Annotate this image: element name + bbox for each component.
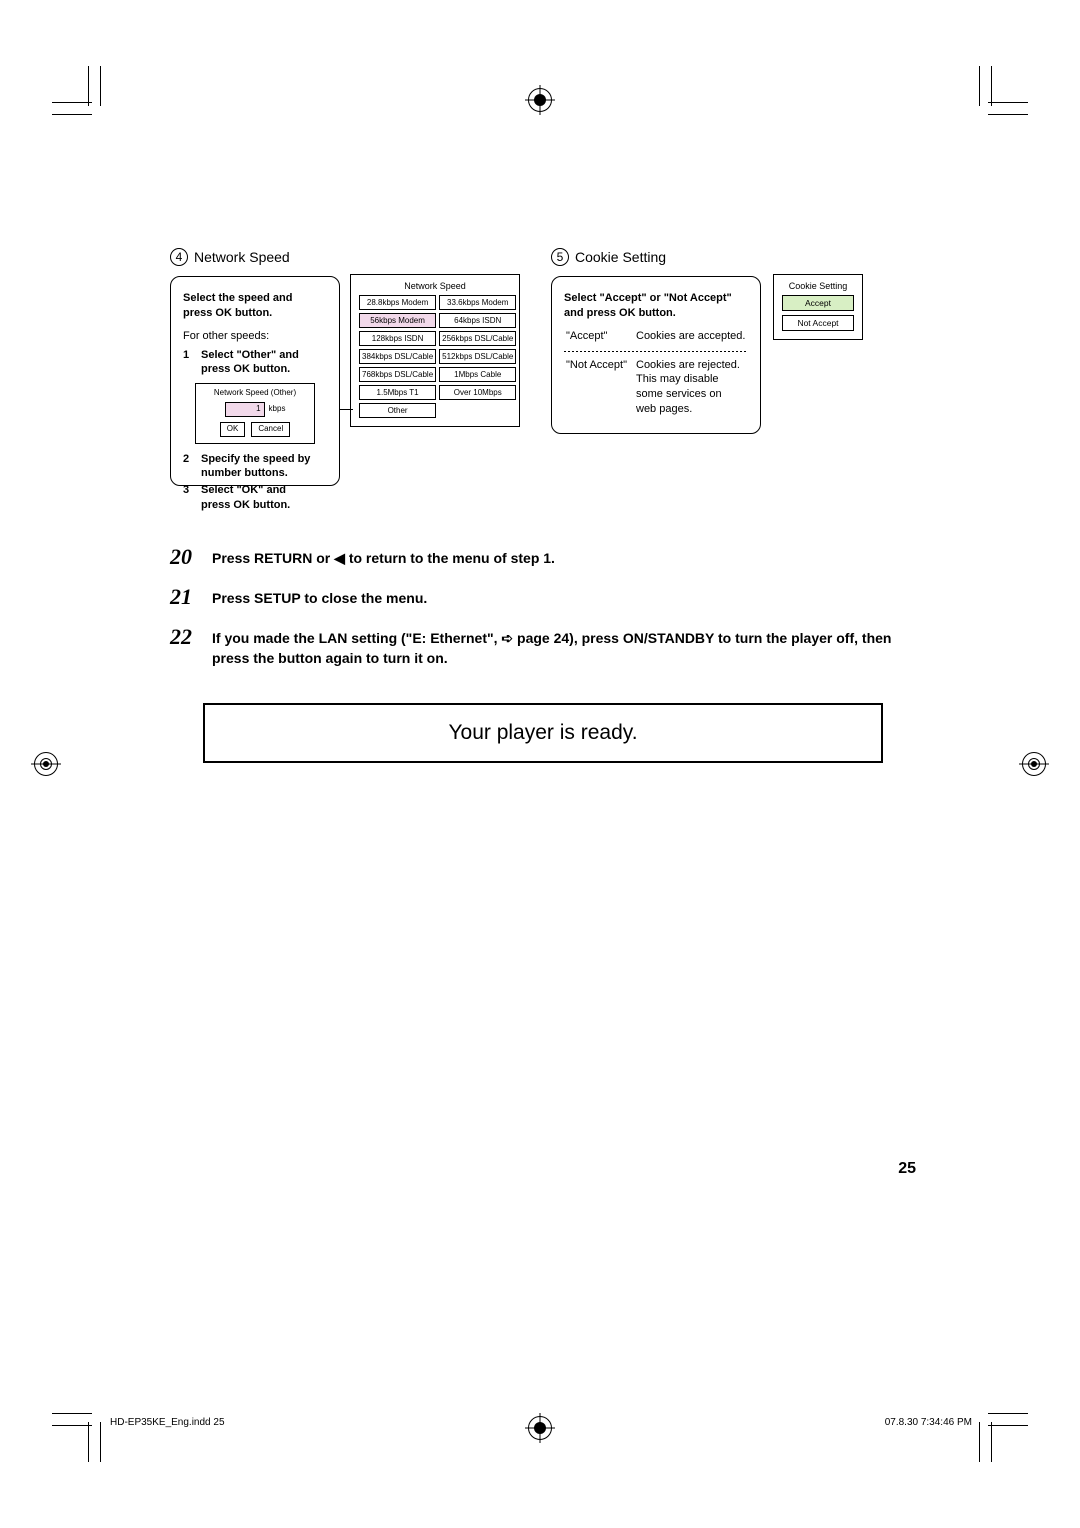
cookie-panel-title: Cookie Setting bbox=[782, 281, 854, 291]
accept-desc: Cookies are accepted. bbox=[634, 325, 748, 348]
speed-option: 768kbps DSL/Cable bbox=[359, 367, 436, 382]
speed-option: 512kbps DSL/Cable bbox=[439, 349, 516, 364]
cookie-option-not-accept: Not Accept bbox=[782, 315, 854, 331]
print-footer: HD-EP35KE_Eng.indd 25 07.8.30 7:34:46 PM bbox=[110, 1417, 972, 1428]
speed-option: 128kbps ISDN bbox=[359, 331, 436, 346]
other-panel-title: Network Speed (Other) bbox=[202, 388, 308, 399]
crop-mark bbox=[988, 102, 1028, 103]
crop-mark bbox=[988, 114, 1028, 115]
other-speed-unit: kbps bbox=[269, 404, 286, 415]
step-22-text: If you made the LAN setting ("E: Etherne… bbox=[212, 624, 916, 669]
network-speed-other-panel: Network Speed (Other) 1 kbps OK Cancel bbox=[195, 383, 315, 443]
other-speed-steps-cont: 2Specify the speed bynumber buttons. 3Se… bbox=[183, 452, 327, 513]
crop-mark bbox=[88, 1422, 89, 1462]
circled-4-icon: 4 bbox=[170, 248, 188, 266]
crop-mark bbox=[991, 1422, 992, 1462]
cookie-definitions: "Accept" Cookies are accepted. "Not Acce… bbox=[564, 325, 748, 421]
crop-mark bbox=[52, 114, 92, 115]
network-speed-instructions: Select the speed and press OK button. Fo… bbox=[170, 276, 340, 486]
for-other-speeds-label: For other speeds: bbox=[183, 329, 327, 344]
footer-timestamp: 07.8.30 7:34:46 PM bbox=[885, 1417, 972, 1428]
speed-option: Over 10Mbps bbox=[439, 385, 516, 400]
speed-option-selected: 56kbps Modem bbox=[359, 313, 436, 328]
left-arrow-icon: ◀ bbox=[334, 550, 345, 566]
network-speed-panel: Network Speed 28.8kbps Modem 33.6kbps Mo… bbox=[350, 274, 520, 427]
page-ref-arrow-icon: ➪ bbox=[501, 630, 513, 646]
registration-mark-icon bbox=[34, 752, 58, 776]
crop-mark bbox=[52, 1413, 92, 1414]
page-number: 25 bbox=[898, 1160, 916, 1178]
step-21-text: Press SETUP to close the menu. bbox=[212, 584, 427, 608]
cookie-option-accept: Accept bbox=[782, 295, 854, 311]
step-21: 21 Press SETUP to close the menu. bbox=[170, 584, 916, 610]
crop-mark bbox=[100, 1422, 101, 1462]
other-cancel-button: Cancel bbox=[251, 422, 290, 437]
section-4-label: Network Speed bbox=[194, 249, 290, 265]
speed-option: 256kbps DSL/Cable bbox=[439, 331, 516, 346]
speed-option: 384kbps DSL/Cable bbox=[359, 349, 436, 364]
player-ready-banner: Your player is ready. bbox=[203, 703, 883, 763]
crop-mark bbox=[988, 1425, 1028, 1426]
speed-option: 1Mbps Cable bbox=[439, 367, 516, 382]
not-accept-desc: Cookies are rejected. This may disable s… bbox=[634, 354, 748, 421]
not-accept-label: "Not Accept" bbox=[564, 354, 634, 421]
section-5-title: 5 Cookie Setting bbox=[551, 248, 761, 266]
registration-mark-icon bbox=[1022, 752, 1046, 776]
other-ok-button: OK bbox=[220, 422, 246, 437]
cookie-instructions: Select "Accept" or "Not Accept" and pres… bbox=[551, 276, 761, 434]
other-speed-value: 1 bbox=[225, 402, 265, 417]
step-number: 20 bbox=[170, 544, 202, 570]
footer-filename: HD-EP35KE_Eng.indd 25 bbox=[110, 1417, 225, 1428]
crop-mark bbox=[988, 1413, 1028, 1414]
instruction-select-cookie: Select "Accept" or "Not Accept" and pres… bbox=[564, 291, 748, 321]
cookie-setting-panel: Cookie Setting Accept Not Accept bbox=[773, 274, 863, 340]
accept-label: "Accept" bbox=[564, 325, 634, 348]
crop-mark bbox=[979, 66, 980, 106]
other-speed-steps: 1Select "Other" andpress OK button. bbox=[183, 348, 327, 378]
speed-option: 64kbps ISDN bbox=[439, 313, 516, 328]
crop-mark bbox=[52, 1425, 92, 1426]
instruction-select-speed: Select the speed and press OK button. bbox=[183, 291, 327, 321]
speed-option: 1.5Mbps T1 bbox=[359, 385, 436, 400]
step-number: 22 bbox=[170, 624, 202, 650]
speed-option: 28.8kbps Modem bbox=[359, 295, 436, 310]
step-number: 21 bbox=[170, 584, 202, 610]
speed-option: 33.6kbps Modem bbox=[439, 295, 516, 310]
circled-5-icon: 5 bbox=[551, 248, 569, 266]
speed-option-other: Other bbox=[359, 403, 436, 418]
section-4-title: 4 Network Speed bbox=[170, 248, 340, 266]
crop-mark bbox=[88, 66, 89, 106]
leader-line bbox=[339, 409, 353, 410]
step-20-text: Press RETURN or ◀ to return to the menu … bbox=[212, 544, 555, 568]
speed-panel-title: Network Speed bbox=[359, 281, 511, 291]
crop-mark bbox=[991, 66, 992, 106]
crop-mark bbox=[100, 66, 101, 106]
step-22: 22 If you made the LAN setting ("E: Ethe… bbox=[170, 624, 916, 669]
crop-mark bbox=[52, 102, 92, 103]
section-5-label: Cookie Setting bbox=[575, 249, 666, 265]
crop-mark bbox=[979, 1422, 980, 1462]
registration-mark-icon bbox=[528, 88, 552, 112]
step-20: 20 Press RETURN or ◀ to return to the me… bbox=[170, 544, 916, 570]
